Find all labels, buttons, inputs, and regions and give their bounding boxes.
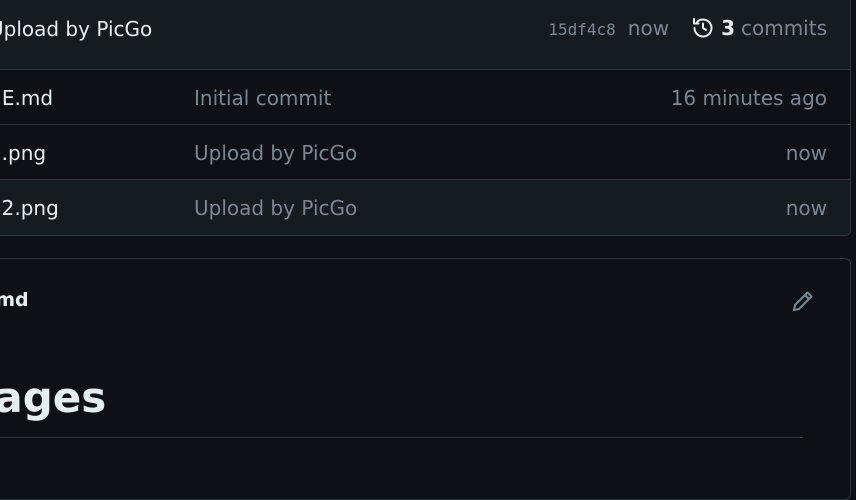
edit-readme-button[interactable]: [791, 289, 815, 313]
latest-commit-message[interactable]: Upload by PicGo: [0, 17, 152, 41]
readme-title[interactable]: README.md: [0, 289, 29, 311]
file-row[interactable]: main-icon.png Upload by PicGo now: [0, 124, 850, 180]
pencil-icon: [793, 291, 813, 311]
file-commit-time: now: [785, 196, 827, 220]
heading-divider: [0, 437, 803, 438]
file-name[interactable]: main-icon.png: [0, 141, 46, 165]
commit-history-link[interactable]: 3 commits: [691, 16, 827, 40]
commits-label: commits: [740, 16, 827, 40]
file-commit-message[interactable]: Upload by PicGo: [194, 141, 357, 165]
file-row[interactable]: README.md Initial commit 16 minutes ago: [0, 69, 850, 125]
file-commit-time: 16 minutes ago: [670, 86, 827, 110]
readme-panel: README.md Images: [0, 258, 851, 500]
file-name[interactable]: README.md: [0, 86, 53, 110]
commit-sha[interactable]: 15df4c8: [548, 20, 615, 39]
commit-time: now: [627, 16, 670, 40]
commit-message-text[interactable]: Upload by PicGo: [0, 17, 152, 41]
readme-heading: Images: [0, 373, 107, 422]
file-commit-time: now: [785, 141, 827, 165]
file-name[interactable]: main-icon2.png: [0, 196, 59, 220]
file-commit-message[interactable]: Initial commit: [194, 86, 331, 110]
commit-meta: 15df4c8 now 3 commits: [548, 16, 827, 40]
file-commit-message[interactable]: Upload by PicGo: [194, 196, 357, 220]
history-icon: [693, 18, 713, 38]
latest-commit-bar: Upload by PicGo 15df4c8 now 3 commits: [0, 0, 850, 70]
file-row[interactable]: main-icon2.png Upload by PicGo now: [0, 179, 850, 235]
commit-count: 3: [721, 16, 735, 40]
file-browser: Upload by PicGo 15df4c8 now 3 commits RE…: [0, 0, 851, 236]
